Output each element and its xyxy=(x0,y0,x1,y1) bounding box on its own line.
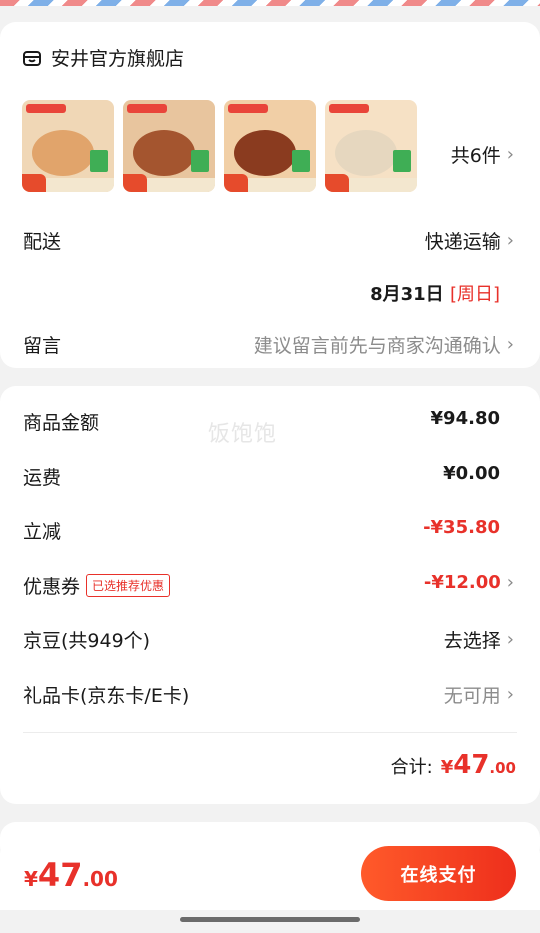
package-image xyxy=(90,150,108,172)
message-placeholder: 建议留言前先与商家沟通确认 xyxy=(253,335,501,357)
price-block xyxy=(22,174,46,192)
chevron-right-icon: › xyxy=(506,572,514,593)
checkout-integer: 47 xyxy=(37,856,83,894)
product-thumb[interactable] xyxy=(22,100,114,192)
jd-beans-label: 京豆(共949个) xyxy=(23,630,151,652)
product-image xyxy=(234,130,296,176)
coupon-row-label: 优惠券 已选推荐优惠 xyxy=(23,572,171,599)
price-block xyxy=(123,174,147,192)
store-icon xyxy=(23,50,41,66)
gift-card-selector[interactable]: 无可用 › xyxy=(444,681,514,708)
chevron-right-icon: › xyxy=(506,230,514,251)
store-name: 安井官方旗舰店 xyxy=(51,48,185,70)
delivery-date[interactable]: 8月31日 [周日] xyxy=(370,280,500,306)
delivery-method-selector[interactable]: 快递运输 › xyxy=(425,227,514,254)
shipping-value: ¥0.00 xyxy=(443,463,500,484)
price-block xyxy=(325,174,349,192)
coupon-recommended-badge: 已选推荐优惠 xyxy=(86,574,171,597)
item-count-link[interactable]: 共6件 › xyxy=(451,141,514,168)
coupon-label: 优惠券 xyxy=(23,576,81,598)
checkout-bar: ¥ 47 .00 在线支付 xyxy=(0,838,540,910)
package-image xyxy=(191,150,209,172)
pay-online-button[interactable]: 在线支付 xyxy=(361,846,516,901)
divider xyxy=(23,732,517,733)
chevron-right-icon: › xyxy=(506,684,514,705)
total-integer: 47 xyxy=(453,750,490,780)
chevron-right-icon: › xyxy=(506,144,514,165)
product-image xyxy=(133,130,195,176)
gift-card-status: 无可用 xyxy=(443,685,501,707)
product-thumb[interactable] xyxy=(123,100,215,192)
package-image xyxy=(292,150,310,172)
store-card: 安井官方旗舰店 共6件 › 配送 快递运输 › 8月31日 [周日] 留言 建议… xyxy=(0,22,540,368)
amount-card: 饭饱饱 商品金额 ¥94.80 运费 ¥0.00 立减 -¥35.80 优惠券已… xyxy=(0,386,540,804)
goods-amount-value: ¥94.80 xyxy=(430,408,500,429)
discount-value: -¥35.80 xyxy=(423,517,500,538)
delivery-label: 配送 xyxy=(23,231,62,253)
product-thumb[interactable] xyxy=(224,100,316,192)
goods-amount-label: 商品金额 xyxy=(23,412,100,434)
product-image xyxy=(335,130,397,176)
promo-tag xyxy=(329,104,369,113)
product-image xyxy=(32,130,94,176)
promo-tag xyxy=(26,104,66,113)
coupon-value: -¥12.00 xyxy=(423,572,501,593)
airmail-stripe xyxy=(0,0,540,6)
package-image xyxy=(393,150,411,172)
promo-tag xyxy=(228,104,268,113)
order-total: 合计: ¥ 47 .00 xyxy=(391,750,516,780)
product-thumb[interactable] xyxy=(325,100,417,192)
gift-card-label: 礼品卡(京东卡/E卡) xyxy=(23,685,190,707)
checkout-decimal: .00 xyxy=(82,867,118,891)
coupon-selector[interactable]: -¥12.00 › xyxy=(424,572,514,593)
total-currency: ¥ xyxy=(440,757,454,778)
checkout-total: ¥ 47 .00 xyxy=(24,856,118,894)
store-header[interactable]: 安井官方旗舰店 xyxy=(22,44,184,71)
product-thumbnails[interactable] xyxy=(22,100,417,192)
jd-beans-selector[interactable]: 去选择 › xyxy=(444,626,514,653)
total-decimal: .00 xyxy=(489,759,516,777)
promo-tag xyxy=(127,104,167,113)
chevron-right-icon: › xyxy=(506,334,514,355)
checkout-currency: ¥ xyxy=(24,867,38,891)
item-count: 共6件 xyxy=(450,145,501,167)
delivery-weekday: [周日] xyxy=(449,284,500,305)
price-block xyxy=(224,174,248,192)
jd-beans-action: 去选择 xyxy=(443,630,501,652)
watermark: 饭饱饱 xyxy=(208,422,278,447)
home-indicator[interactable] xyxy=(180,917,360,922)
discount-label: 立减 xyxy=(23,521,62,543)
total-label: 合计: xyxy=(390,757,433,778)
message-label: 留言 xyxy=(23,335,62,357)
chevron-right-icon: › xyxy=(506,629,514,650)
message-field[interactable]: 建议留言前先与商家沟通确认 › xyxy=(254,331,514,358)
delivery-method: 快递运输 xyxy=(424,231,501,253)
shipping-label: 运费 xyxy=(23,467,62,489)
delivery-date-value: 8月31日 xyxy=(370,284,444,305)
